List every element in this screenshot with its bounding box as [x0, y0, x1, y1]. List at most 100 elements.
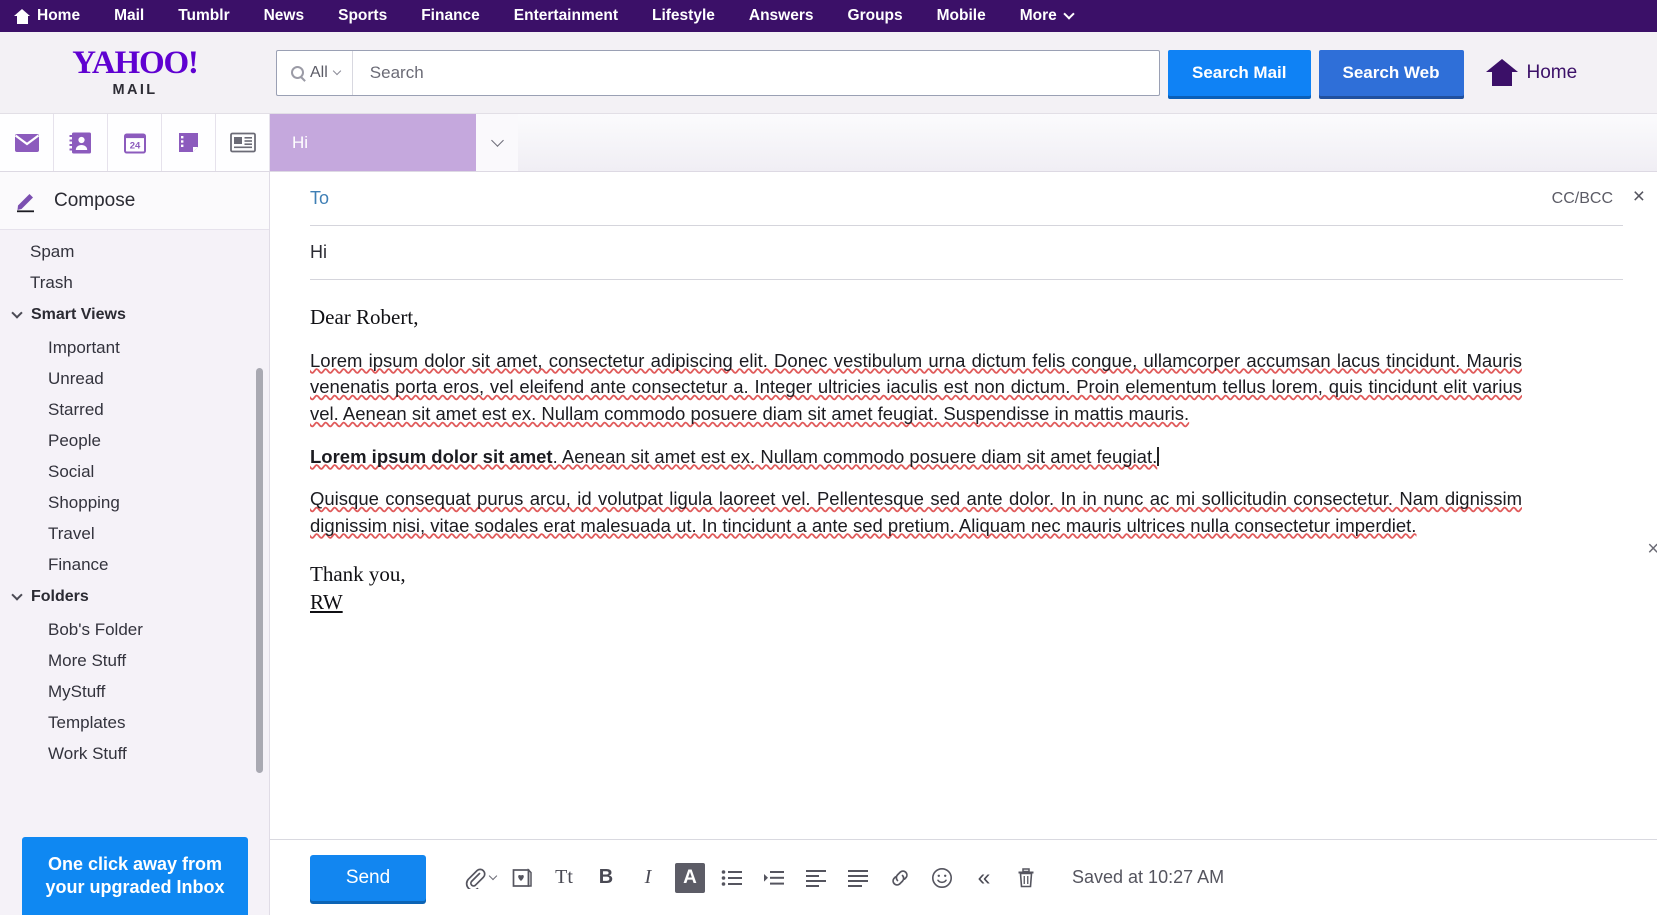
search-area: All Search Mail Search Web — [276, 49, 1464, 96]
nav-label: Groups — [847, 7, 903, 24]
sidebar-group-folders[interactable]: Folders — [0, 580, 269, 614]
sidebar-item-label: MyStuff — [48, 681, 106, 701]
chevron-down-icon — [11, 307, 23, 319]
nav-item-finance[interactable]: Finance — [421, 7, 480, 25]
sidebar-item-label: Trash — [30, 272, 73, 292]
news-icon[interactable] — [216, 114, 270, 171]
yahoo-wordmark: YAHOO! — [72, 45, 199, 81]
sidebar-item-label: Important — [48, 337, 120, 357]
calendar-icon[interactable]: 24 — [108, 114, 162, 171]
nav-item-entertainment[interactable]: Entertainment — [514, 7, 618, 25]
pencil-icon — [17, 193, 34, 212]
chevron-down-icon — [332, 66, 342, 76]
emoji-icon[interactable] — [922, 858, 962, 898]
promo-line-2: your upgraded Inbox — [45, 877, 225, 897]
sidebar-item-finance[interactable]: Finance — [0, 549, 269, 580]
compose-label: Compose — [54, 189, 136, 211]
nav-item-tumblr[interactable]: Tumblr — [178, 7, 229, 25]
app-switcher-and-tabs: 24 Hi — [0, 114, 1657, 172]
italic-icon[interactable]: I — [628, 858, 668, 898]
link-icon[interactable] — [880, 858, 920, 898]
search-input[interactable] — [352, 50, 1159, 95]
text-color-icon[interactable]: A — [670, 858, 710, 898]
nav-item-lifestyle[interactable]: Lifestyle — [652, 7, 715, 25]
search-scope-label: All — [310, 63, 328, 81]
yahoo-mail-header: YAHOO! MAIL All Search Mail Search Web H… — [0, 32, 1657, 114]
nav-item-mail[interactable]: Mail — [114, 7, 144, 25]
sidebar-item-bobs-folder[interactable]: Bob's Folder — [0, 614, 269, 645]
svg-text:24: 24 — [129, 140, 140, 151]
sidebar-item-label: Spam — [30, 241, 75, 261]
signature-initials: RW — [310, 590, 343, 615]
nav-item-more[interactable]: More — [1020, 7, 1075, 25]
bold-icon[interactable]: B — [586, 858, 626, 898]
nav-item-home[interactable]: Home — [14, 7, 80, 25]
to-label: To — [310, 188, 330, 208]
sidebar-item-people[interactable]: People — [0, 425, 269, 456]
sidebar-item-more-stuff[interactable]: More Stuff — [0, 645, 269, 676]
nav-item-answers[interactable]: Answers — [749, 7, 814, 25]
sidebar-group-label: Folders — [31, 588, 89, 605]
sidebar-item-label: Shopping — [48, 492, 120, 512]
sidebar-scrollbar[interactable] — [256, 368, 263, 773]
nav-item-sports[interactable]: Sports — [338, 7, 387, 25]
align-left-icon[interactable] — [796, 858, 836, 898]
align-justify-icon[interactable] — [838, 858, 878, 898]
close-icon[interactable]: × — [1633, 186, 1645, 207]
search-scope-dropdown[interactable]: All — [277, 50, 353, 95]
sidebar-item-social[interactable]: Social — [0, 456, 269, 487]
tab-compose-hi[interactable]: Hi — [270, 114, 476, 171]
search-box: All — [276, 49, 1160, 96]
search-web-button[interactable]: Search Web — [1318, 49, 1464, 96]
paragraph-1-text: Lorem ipsum dolor sit amet, consectetur … — [310, 349, 1522, 424]
upgrade-inbox-promo[interactable]: One click away from your upgraded Inbox — [22, 837, 248, 915]
attach-icon[interactable] — [460, 858, 500, 898]
collapse-icon[interactable]: « — [964, 858, 1004, 898]
sidebar-item-travel[interactable]: Travel — [0, 518, 269, 549]
contacts-icon[interactable] — [54, 114, 108, 171]
subject-value: Hi — [310, 242, 327, 262]
trash-icon[interactable] — [1006, 858, 1046, 898]
greeting-card-icon[interactable] — [502, 858, 542, 898]
collapse-glyph: « — [977, 864, 991, 890]
to-field-row[interactable]: To CC/BCC — [310, 172, 1623, 226]
folder-list[interactable]: Spam Trash Smart Views Important Unread … — [0, 230, 269, 915]
sidebar-item-work-stuff[interactable]: Work Stuff — [0, 738, 269, 769]
compose-toolbar: Send Tt B I A « Saved at 10:27 AM — [270, 839, 1657, 915]
nav-label: Mobile — [936, 7, 986, 24]
sidebar-item-important[interactable]: Important — [0, 332, 269, 363]
nav-item-mobile[interactable]: Mobile — [937, 7, 986, 25]
sidebar-item-templates[interactable]: Templates — [0, 707, 269, 738]
yahoo-mail-logo[interactable]: YAHOO! MAIL — [0, 45, 270, 99]
nav-item-news[interactable]: News — [264, 7, 305, 25]
indent-icon[interactable] — [754, 858, 794, 898]
send-button[interactable]: Send — [310, 854, 426, 901]
notepad-icon[interactable] — [162, 114, 216, 171]
sidebar-item-spam[interactable]: Spam — [0, 236, 269, 267]
sidebar-item-mystuff[interactable]: MyStuff — [0, 676, 269, 707]
sidebar-item-starred[interactable]: Starred — [0, 394, 269, 425]
compose-header-fields: To CC/BCC Hi — [270, 172, 1657, 280]
nav-label: Tumblr — [178, 7, 230, 24]
message-body-editor[interactable]: Dear Robert, Lorem ipsum dolor sit amet,… — [270, 280, 1657, 839]
sidebar-item-unread[interactable]: Unread — [0, 363, 269, 394]
nav-label: News — [263, 7, 305, 24]
tab-dropdown-button[interactable] — [476, 114, 518, 171]
sidebar-group-smart-views[interactable]: Smart Views — [0, 298, 269, 332]
font-size-icon[interactable]: Tt — [544, 858, 584, 898]
sidebar-item-shopping[interactable]: Shopping — [0, 487, 269, 518]
compose-button[interactable]: Compose — [0, 172, 269, 230]
search-mail-button[interactable]: Search Mail — [1168, 49, 1311, 96]
greeting-line: Dear Robert, — [310, 305, 419, 329]
nav-item-groups[interactable]: Groups — [848, 7, 903, 25]
ccbcc-toggle[interactable]: CC/BCC — [1552, 190, 1623, 208]
bullet-list-icon[interactable] — [712, 858, 752, 898]
home-shortcut-label: Home — [1526, 61, 1578, 83]
sidebar-item-trash[interactable]: Trash — [0, 267, 269, 298]
home-shortcut-link[interactable]: Home — [1485, 59, 1578, 86]
subject-field-row[interactable]: Hi — [310, 226, 1623, 280]
sidebar-item-label: Unread — [48, 368, 104, 388]
text-color-glyph: A — [675, 862, 705, 893]
mail-icon[interactable] — [0, 114, 54, 171]
chevron-down-icon — [490, 134, 504, 147]
